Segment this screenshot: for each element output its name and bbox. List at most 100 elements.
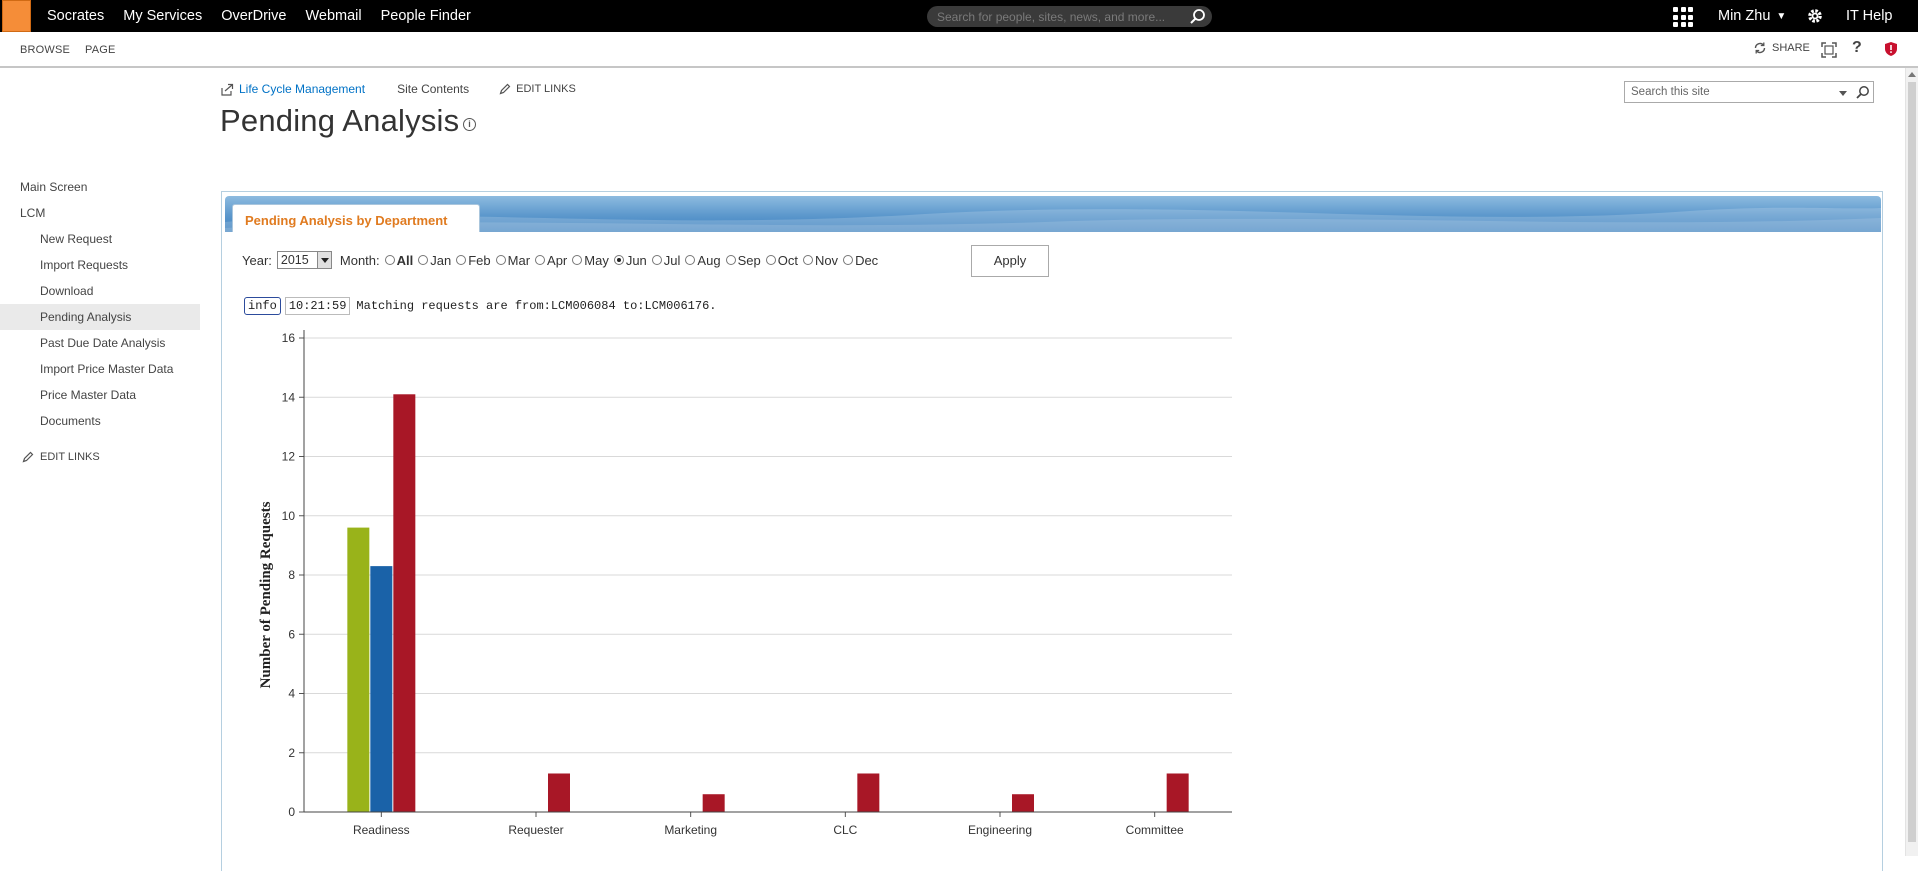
user-menu[interactable]: Min Zhu ▼ — [1718, 0, 1786, 32]
apply-button[interactable]: Apply — [971, 245, 1049, 277]
month-radio-dec[interactable]: Dec — [843, 253, 878, 268]
x-tick-label: Requester — [508, 823, 563, 837]
chevron-down-icon: ▼ — [1776, 10, 1787, 22]
suite-search-input[interactable]: Search for people, sites, news, and more… — [927, 6, 1212, 27]
it-help-link[interactable]: IT Help — [1846, 0, 1892, 32]
suite-link-people-finder[interactable]: People Finder — [381, 8, 471, 24]
vertical-scrollbar[interactable] — [1905, 68, 1918, 856]
month-radio-sep[interactable]: Sep — [725, 253, 761, 268]
month-label: Month: — [339, 252, 380, 268]
bar-clc-2[interactable] — [857, 773, 880, 812]
month-radio-apr[interactable]: Apr — [535, 253, 567, 268]
y-tick-label: 8 — [288, 568, 295, 582]
suite-link-my-services[interactable]: My Services — [123, 8, 202, 24]
bar-readiness-0[interactable] — [347, 527, 370, 812]
month-radio-feb[interactable]: Feb — [456, 253, 491, 268]
site-search-input[interactable]: Search this site — [1624, 81, 1874, 103]
nav-item-import-price-master-data[interactable]: Import Price Master Data — [0, 356, 200, 382]
bar-engineering-2[interactable] — [1012, 794, 1034, 812]
breadcrumb-site-link[interactable]: Life Cycle Management — [239, 82, 365, 96]
nav-item-pending-analysis[interactable]: Pending Analysis — [0, 304, 200, 330]
x-tick-label: Marketing — [664, 823, 717, 837]
x-tick-label: CLC — [833, 823, 857, 837]
shield-icon[interactable] — [1884, 41, 1898, 57]
info-badge: info — [244, 297, 281, 315]
user-name: Min Zhu — [1718, 8, 1771, 24]
y-tick-label: 10 — [282, 509, 296, 523]
pencil-icon — [22, 451, 34, 463]
year-select[interactable]: 2015 — [276, 251, 332, 269]
search-icon[interactable] — [1189, 8, 1206, 25]
bar-readiness-2[interactable] — [393, 394, 416, 812]
chevron-down-icon[interactable] — [316, 252, 331, 268]
app-launcher-waffle-icon[interactable] — [1673, 7, 1693, 27]
y-tick-label: 16 — [282, 331, 296, 345]
bar-marketing-2[interactable] — [702, 794, 725, 812]
site-contents-link[interactable]: Site Contents — [397, 82, 469, 96]
suite-link-webmail[interactable]: Webmail — [305, 8, 361, 24]
suite-link-overdrive[interactable]: OverDrive — [221, 8, 286, 24]
scroll-up-arrow-icon[interactable] — [1908, 72, 1916, 77]
bar-readiness-1[interactable] — [370, 566, 393, 812]
nav-item-main-screen[interactable]: Main Screen — [0, 174, 200, 200]
scrollbar-thumb[interactable] — [1908, 82, 1916, 842]
filter-bar: Year: 2015 Month: All Jan Feb Mar Apr Ma… — [242, 250, 878, 270]
suite-bar: Socrates My Services OverDrive Webmail P… — [0, 0, 1918, 32]
nav-item-price-master-data[interactable]: Price Master Data — [0, 382, 200, 408]
ribbon-tab-page[interactable]: PAGE — [85, 44, 116, 56]
share-button[interactable]: SHARE — [1753, 41, 1810, 55]
y-tick-label: 6 — [288, 627, 295, 641]
gear-icon[interactable] — [1806, 7, 1824, 25]
share-label: SHARE — [1772, 42, 1810, 54]
month-radio-jul[interactable]: Jul — [651, 253, 680, 268]
month-radio-jan[interactable]: Jan — [418, 253, 451, 268]
web-part-header: Pending Analysis by Department — [225, 196, 1881, 232]
nav-item-lcm[interactable]: LCM — [0, 200, 200, 226]
info-icon[interactable]: i — [463, 118, 476, 131]
nav-item-download[interactable]: Download — [0, 278, 200, 304]
edit-links-label: EDIT LINKS — [40, 451, 100, 463]
month-radio-jun[interactable]: Jun — [613, 253, 647, 268]
suite-search-placeholder: Search for people, sites, news, and more… — [937, 10, 1166, 24]
month-radio-may[interactable]: May — [572, 253, 609, 268]
share-site-icon — [221, 83, 234, 96]
nav-item-new-request[interactable]: New Request — [0, 226, 200, 252]
bar-committee-2[interactable] — [1166, 773, 1189, 812]
chevron-down-icon[interactable] — [1839, 91, 1847, 96]
month-radio-oct[interactable]: Oct — [765, 253, 798, 268]
x-tick-label: Readiness — [353, 823, 410, 837]
page-title: Pending Analysis — [220, 103, 460, 138]
month-radio-mar[interactable]: Mar — [495, 253, 530, 268]
edit-links-nav[interactable]: EDIT LINKS — [22, 451, 100, 463]
month-radio-all[interactable]: All — [384, 253, 413, 268]
search-icon[interactable] — [1855, 85, 1870, 100]
year-select-value: 2015 — [280, 253, 309, 267]
y-axis-label: Number of Pending Requests — [258, 501, 274, 688]
sync-icon — [1754, 42, 1766, 54]
site-search-placeholder: Search this site — [1631, 86, 1710, 98]
breadcrumb: Life Cycle Management Site Contents EDIT… — [221, 82, 576, 96]
y-tick-label: 4 — [288, 687, 295, 701]
x-tick-label: Committee — [1126, 823, 1184, 837]
help-icon[interactable]: ? — [1852, 39, 1862, 57]
ribbon-tab-browse[interactable]: BROWSE — [20, 44, 70, 56]
edit-links-top[interactable]: EDIT LINKS — [516, 83, 576, 95]
suite-links: Socrates My Services OverDrive Webmail P… — [47, 0, 490, 32]
pencil-icon — [499, 83, 511, 95]
suite-link-socrates[interactable]: Socrates — [47, 8, 104, 24]
y-tick-label: 2 — [288, 746, 295, 760]
focus-content-icon[interactable] — [1821, 42, 1837, 58]
left-navigation: Main Screen LCM New Request Import Reque… — [0, 174, 200, 434]
month-radio-aug[interactable]: Aug — [685, 253, 721, 268]
x-tick-label: Engineering — [968, 823, 1032, 837]
bar-requester-2[interactable] — [548, 773, 570, 812]
web-part-tab-title[interactable]: Pending Analysis by Department — [232, 204, 480, 232]
nav-item-import-requests[interactable]: Import Requests — [0, 252, 200, 278]
nav-item-past-due-date-analysis[interactable]: Past Due Date Analysis — [0, 330, 200, 356]
month-radio-nov[interactable]: Nov — [802, 253, 838, 268]
nav-item-documents[interactable]: Documents — [0, 408, 200, 434]
app-launcher-tile[interactable] — [2, 0, 31, 32]
y-tick-label: 12 — [282, 450, 296, 464]
info-timestamp: 10:21:59 — [284, 297, 351, 315]
ribbon: BROWSE PAGE SHARE ? — [0, 32, 1918, 68]
